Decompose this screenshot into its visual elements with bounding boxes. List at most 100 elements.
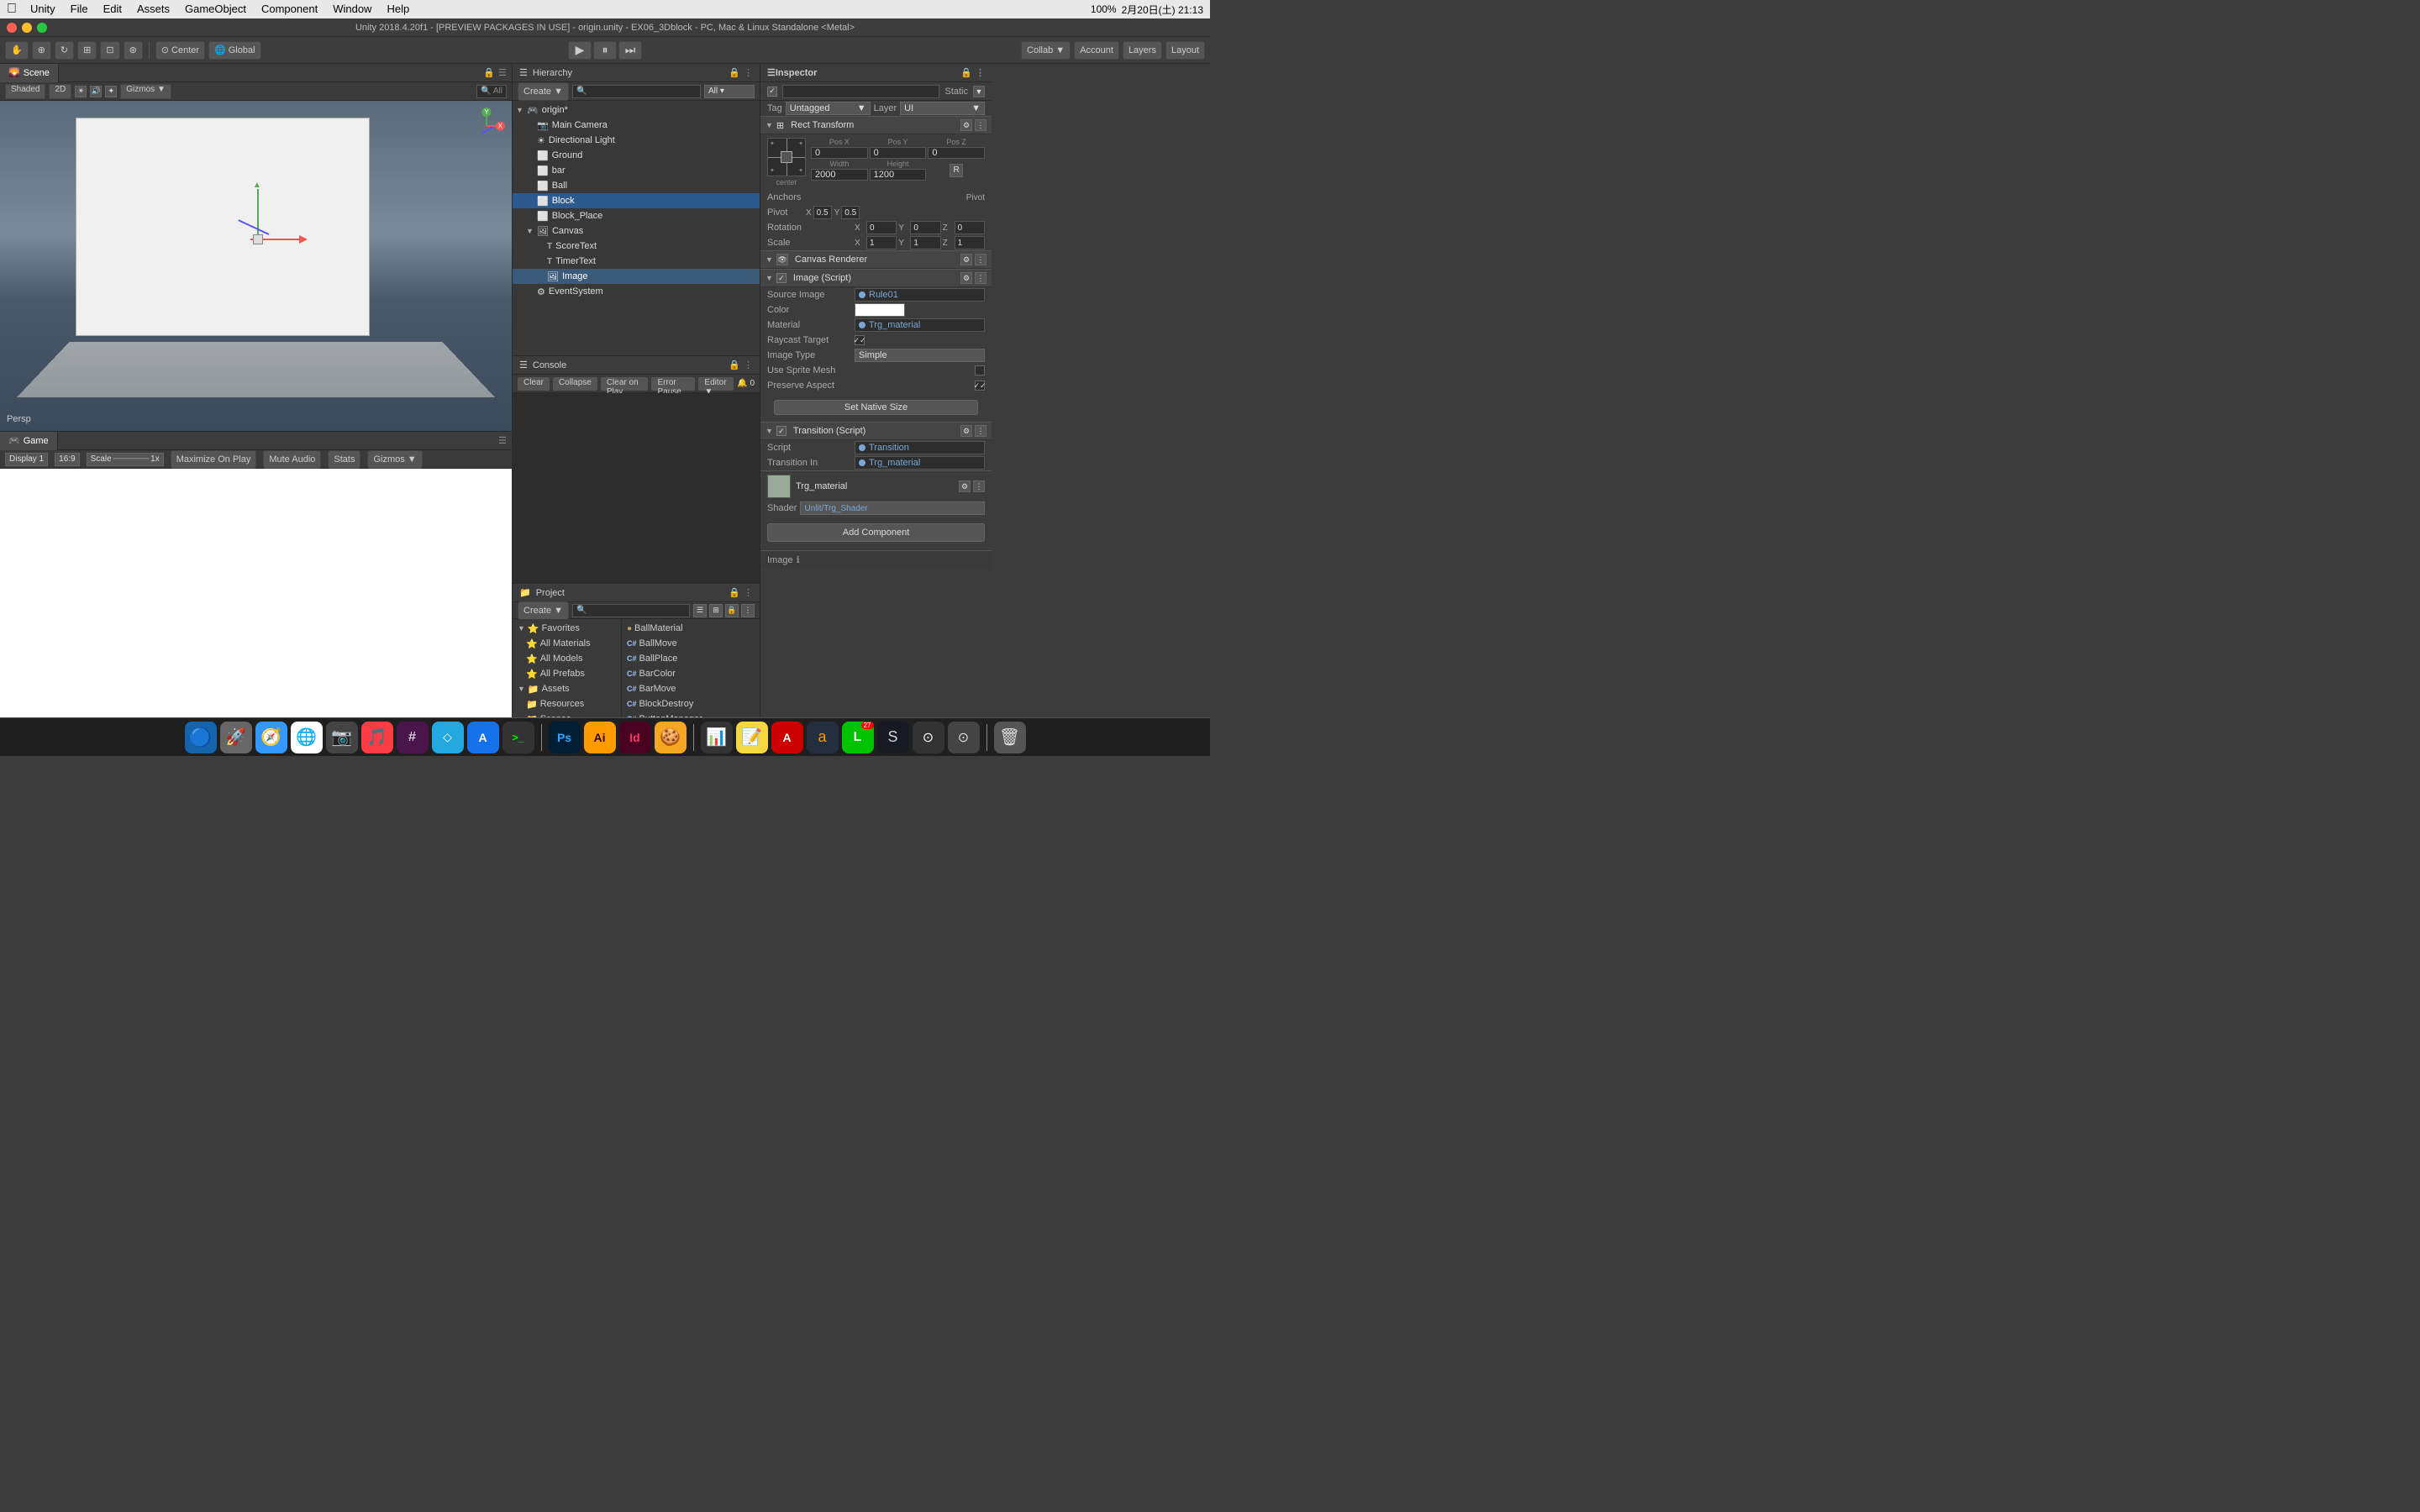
raycast-checkbox[interactable]: ✓ [855, 335, 865, 345]
posz-value[interactable]: 0 [928, 147, 985, 159]
game-tab[interactable]: 🎮 Game [0, 432, 58, 450]
shader-dropdown[interactable]: Unlit/Trg_Shader [800, 501, 985, 515]
close-button[interactable] [7, 23, 17, 33]
dock-stickies[interactable]: 📝 [736, 722, 768, 753]
global-toggle[interactable]: 🌐 Global [208, 41, 261, 60]
mat-more-btn[interactable]: ⋮ [973, 480, 985, 492]
gameobj-active-checkbox[interactable]: ✓ [767, 87, 777, 97]
play-button[interactable]: ▶ [568, 41, 592, 60]
proj-all-prefabs[interactable]: ⭐ All Prefabs [513, 666, 621, 681]
lights-toggle[interactable]: ☀ [75, 86, 87, 97]
step-button[interactable]: ⏭ [618, 41, 642, 60]
scale-x-input[interactable]: 1 [866, 236, 897, 249]
scale-y-input[interactable]: 1 [910, 236, 940, 249]
fx-toggle[interactable]: ✦ [105, 86, 117, 97]
dock-chrome[interactable]: 🌐 [291, 722, 323, 753]
hier-menu-icon[interactable]: ⋮ [744, 67, 753, 78]
tool-hand[interactable]: ✋ [5, 41, 29, 60]
pause-button[interactable]: ⏸ [593, 41, 617, 60]
console-errorpause-btn[interactable]: Error Pause [651, 377, 695, 391]
insp-lock-icon[interactable]: 🔒 [960, 67, 972, 78]
set-native-size-btn[interactable]: Set Native Size [774, 400, 978, 415]
menu-assets[interactable]: Assets [130, 1, 176, 18]
menu-edit[interactable]: Edit [97, 1, 129, 18]
layers-button[interactable]: Layers [1123, 41, 1162, 60]
scale-z-input[interactable]: 1 [955, 236, 985, 249]
hier-item-block[interactable]: ⬜ Block [513, 193, 760, 208]
scene-menu-icon[interactable]: ☰ [498, 67, 507, 78]
menu-file[interactable]: File [64, 1, 95, 18]
apple-menu[interactable]:  [7, 2, 17, 17]
dock-unity1[interactable]: ⊙ [913, 722, 944, 753]
proj-grid-view[interactable]: ⊞ [709, 604, 723, 617]
rot-z-input[interactable]: 0 [955, 221, 985, 234]
minimize-button[interactable] [22, 23, 32, 33]
console-editor-btn[interactable]: Editor ▼ [698, 377, 734, 391]
console-clearonplay-btn[interactable]: Clear on Play [601, 377, 649, 391]
tag-dropdown[interactable]: Untagged▼ [786, 102, 871, 115]
menu-component[interactable]: Component [255, 1, 324, 18]
maximize-play-btn[interactable]: Maximize On Play [171, 450, 257, 469]
dock-acrobat[interactable]: A [771, 722, 803, 753]
tool-transform[interactable]: ⊛ [124, 41, 143, 60]
console-clear-btn[interactable]: Clear [518, 377, 550, 391]
dock-finder[interactable]: 🔵 [185, 722, 217, 753]
ratio-dropdown[interactable]: 16:9 [55, 453, 79, 466]
proj-resources-folder[interactable]: 📁 Resources [513, 696, 621, 711]
tool-rect[interactable]: ⊡ [100, 41, 119, 60]
material-value[interactable]: Trg_material [855, 318, 985, 332]
transition-header[interactable]: ▼ ✓ Transition (Script) ⚙ ⋮ [760, 422, 992, 440]
hier-item-ball[interactable]: ⬜ Ball [513, 178, 760, 193]
image-settings[interactable]: ⚙ [960, 272, 972, 284]
constrain-btn[interactable]: R [928, 160, 985, 181]
hier-item-light[interactable]: ☀ Directional Light [513, 133, 760, 148]
hier-item-canvas[interactable]: ▼ 🖼 Canvas [513, 223, 760, 239]
pivot-x-input[interactable]: 0.5 [813, 206, 832, 219]
gizmos-dropdown[interactable]: Gizmos ▼ [120, 84, 171, 99]
dock-photoshop[interactable]: Ps [549, 722, 581, 753]
posx-value[interactable]: 0 [811, 147, 868, 159]
center-toggle[interactable]: ⊙ Center [155, 41, 205, 60]
tool-move[interactable]: ⊕ [32, 41, 51, 60]
transition-script-value[interactable]: Transition [855, 441, 985, 454]
scene-search[interactable]: 🔍 All [476, 85, 507, 98]
menu-window[interactable]: Window [326, 1, 378, 18]
use-sprite-checkbox[interactable] [975, 365, 985, 375]
hier-all-dropdown[interactable]: All ▾ [704, 85, 755, 98]
proj-assets-header[interactable]: ▼ 📁 Assets [513, 681, 621, 696]
display-dropdown[interactable]: Display 1 [5, 453, 48, 466]
image-script-header[interactable]: ▼ ✓ Image (Script) ⚙ ⋮ [760, 269, 992, 287]
dock-activity[interactable]: 📊 [701, 722, 733, 753]
dock-photos[interactable]: 📷 [326, 722, 358, 753]
proj-list-view[interactable]: ☰ [693, 604, 707, 617]
insp-menu-icon[interactable]: ⋮ [976, 67, 985, 78]
image-more[interactable]: ⋮ [975, 272, 986, 284]
dock-cookie[interactable]: 🍪 [655, 722, 687, 753]
dock-launchpad[interactable]: 🚀 [220, 722, 252, 753]
proj-all-materials[interactable]: ⭐ All Materials [513, 636, 621, 651]
transition-in-value[interactable]: Trg_material [855, 456, 985, 470]
proj-more-btn[interactable]: ⋮ [741, 604, 755, 617]
hier-create-btn[interactable]: Create ▼ [518, 82, 569, 101]
tool-scale[interactable]: ⊞ [77, 41, 97, 60]
transition-enabled[interactable]: ✓ [776, 426, 786, 436]
mat-settings-btn[interactable]: ⚙ [959, 480, 971, 492]
scale-control[interactable]: Scale ────── 1x [87, 453, 164, 466]
audio-toggle[interactable]: 🔊 [90, 86, 102, 97]
transition-settings[interactable]: ⚙ [960, 425, 972, 437]
stats-btn[interactable]: Stats [328, 450, 360, 469]
menu-help[interactable]: Help [380, 1, 416, 18]
hier-item-camera[interactable]: 📷 Main Camera [513, 118, 760, 133]
anchor-preset-btn[interactable]: ✦ ✦ ✦ ✦ [767, 138, 806, 176]
dock-vscode[interactable]: ◇ [432, 722, 464, 753]
proj-blockdestroy[interactable]: C# BlockDestroy [622, 696, 760, 711]
mute-audio-btn[interactable]: Mute Audio [263, 450, 321, 469]
proj-menu-icon[interactable]: ⋮ [744, 587, 753, 598]
game-gizmos-btn[interactable]: Gizmos ▼ [367, 450, 422, 469]
canvasrender-more[interactable]: ⋮ [975, 254, 986, 265]
hier-item-ground[interactable]: ⬜ Ground [513, 148, 760, 163]
proj-create-btn[interactable]: Create ▼ [518, 601, 569, 620]
hier-item-image[interactable]: 🖼 Image [513, 269, 760, 284]
canvasrender-settings[interactable]: ⚙ [960, 254, 972, 265]
dock-safari[interactable]: 🧭 [255, 722, 287, 753]
